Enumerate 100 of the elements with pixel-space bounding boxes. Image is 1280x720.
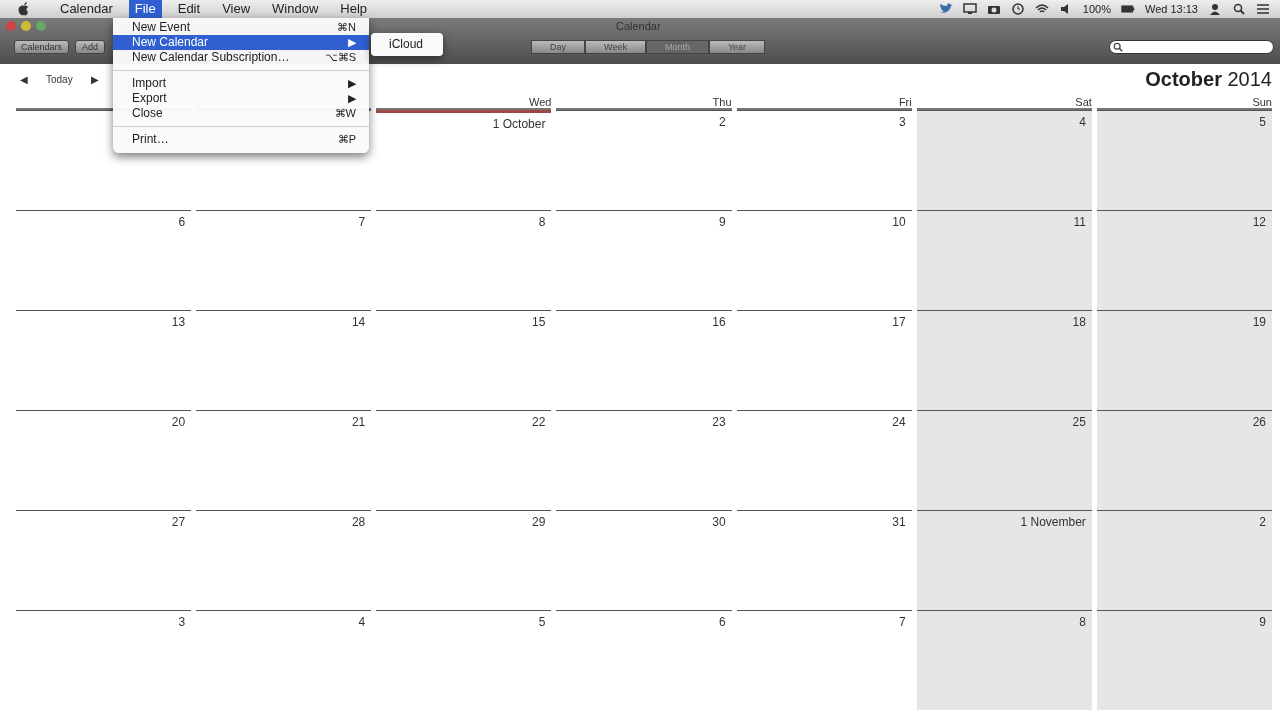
- apple-icon[interactable]: [18, 2, 30, 16]
- date-number: 22: [532, 415, 546, 429]
- day-cell[interactable]: 8: [376, 210, 552, 310]
- day-cell[interactable]: 10: [736, 210, 912, 310]
- minimize-icon[interactable]: [21, 21, 31, 31]
- day-cell[interactable]: 16: [556, 310, 732, 410]
- day-cell[interactable]: 7: [736, 610, 912, 710]
- menu-item[interactable]: iCloud: [371, 36, 443, 53]
- day-cell[interactable]: 27: [16, 510, 192, 610]
- clock-icon[interactable]: [1010, 3, 1025, 15]
- day-cell[interactable]: 11: [916, 210, 1092, 310]
- view-tab[interactable]: Year: [708, 40, 766, 54]
- date-number: 29: [532, 515, 546, 529]
- day-cell[interactable]: 24: [736, 410, 912, 510]
- user-icon[interactable]: [1208, 3, 1222, 15]
- menu-bar-item[interactable]: Help: [334, 0, 374, 18]
- date-number: 14: [351, 315, 366, 329]
- day-cell[interactable]: 6: [556, 610, 732, 710]
- menu-bar-item[interactable]: Edit: [171, 0, 207, 18]
- day-cell[interactable]: 4: [916, 110, 1092, 210]
- day-cell[interactable]: 3: [736, 110, 912, 210]
- toolbar-button[interactable]: Add: [75, 40, 106, 54]
- toolbar-button[interactable]: Calendars: [14, 40, 70, 54]
- window-title: Calendar: [616, 20, 661, 32]
- next-button[interactable]: ▶: [90, 73, 99, 85]
- date-number: 3: [178, 615, 186, 629]
- day-cell[interactable]: 15: [376, 310, 552, 410]
- camera-icon[interactable]: [986, 3, 1001, 15]
- date-number: 6: [718, 615, 726, 629]
- day-cell[interactable]: 2: [1096, 510, 1272, 610]
- day-cell[interactable]: 23: [556, 410, 732, 510]
- search-icon[interactable]: [1232, 3, 1246, 15]
- battery-icon[interactable]: [1121, 3, 1135, 15]
- day-cell[interactable]: 6: [16, 210, 192, 310]
- menu-item[interactable]: Close ⌘W: [113, 106, 369, 121]
- day-cell[interactable]: 9: [1096, 610, 1272, 710]
- view-tab[interactable]: Day: [531, 40, 586, 54]
- day-cell[interactable]: 1 October: [376, 110, 552, 210]
- bird-icon[interactable]: [938, 3, 953, 15]
- day-cell[interactable]: 21: [196, 410, 372, 510]
- day-cell[interactable]: 8: [916, 610, 1092, 710]
- today-button[interactable]: Today: [46, 73, 73, 85]
- weekday-label: Sat: [1075, 96, 1092, 108]
- menu-bar-item[interactable]: Window: [266, 0, 325, 18]
- menu-bar-item[interactable]: File: [128, 0, 162, 18]
- menu-item[interactable]: New Calendar Subscription… ⌥⌘S: [113, 50, 369, 65]
- menu-item[interactable]: Import ▶: [113, 76, 369, 91]
- menu-bar-item[interactable]: Calendar: [54, 0, 119, 18]
- date-number: 23: [712, 415, 726, 429]
- day-cell[interactable]: 3: [16, 610, 192, 710]
- day-cell[interactable]: 12: [1096, 210, 1272, 310]
- day-cell[interactable]: 5: [376, 610, 552, 710]
- menu-bar-item[interactable]: View: [216, 0, 257, 18]
- day-cell[interactable]: 1 November: [916, 510, 1092, 610]
- weekday-label: Sun: [1252, 96, 1272, 108]
- day-cell[interactable]: 25: [916, 410, 1092, 510]
- search-field[interactable]: [1109, 40, 1274, 54]
- date-number: 12: [1252, 215, 1266, 229]
- date-number: 26: [1252, 415, 1266, 429]
- date-number: 9: [1259, 615, 1266, 629]
- month-heading: October 2014: [1145, 67, 1272, 91]
- day-cell[interactable]: 26: [1096, 410, 1272, 510]
- menu-item[interactable]: New Calendar ▶: [113, 35, 369, 50]
- weekday-label: Fri: [898, 96, 912, 108]
- view-tab[interactable]: Week: [585, 40, 646, 54]
- previous-button[interactable]: ◀: [20, 73, 28, 85]
- day-cell[interactable]: 31: [736, 510, 912, 610]
- day-cell[interactable]: 13: [16, 310, 192, 410]
- date-number: 25: [1072, 415, 1086, 429]
- wifi-icon[interactable]: [1034, 3, 1049, 15]
- day-cell[interactable]: 19: [1096, 310, 1272, 410]
- date-number: 4: [1079, 115, 1086, 129]
- menu-item[interactable]: Print… ⌘P: [113, 132, 369, 147]
- date-number: 8: [538, 215, 546, 229]
- day-cell[interactable]: 17: [736, 310, 912, 410]
- menu-bar-clock[interactable]: Wed 13:13: [1145, 3, 1198, 15]
- monitor-icon[interactable]: [962, 3, 977, 15]
- day-cell[interactable]: 4: [196, 610, 372, 710]
- day-cell[interactable]: 29: [376, 510, 552, 610]
- date-number: 31: [892, 515, 906, 529]
- day-cell[interactable]: 20: [16, 410, 192, 510]
- battery-percentage[interactable]: 100%: [1082, 3, 1111, 15]
- date-number: 18: [1072, 315, 1086, 329]
- weekday-label: Thu: [712, 96, 732, 108]
- day-cell[interactable]: 5: [1096, 110, 1272, 210]
- day-cell[interactable]: 28: [196, 510, 372, 610]
- date-number: 19: [1252, 315, 1266, 329]
- menu-item[interactable]: New Event ⌘N: [113, 20, 369, 35]
- date-number: 4: [358, 615, 366, 629]
- day-cell[interactable]: 30: [556, 510, 732, 610]
- list-icon[interactable]: [1256, 3, 1270, 15]
- menu-item[interactable]: Export ▶: [113, 91, 369, 106]
- day-cell[interactable]: 2: [556, 110, 732, 210]
- day-cell[interactable]: 22: [376, 410, 552, 510]
- date-number: 6: [178, 215, 186, 229]
- day-cell[interactable]: 9: [556, 210, 732, 310]
- day-cell[interactable]: 14: [196, 310, 372, 410]
- date-number: 13: [171, 315, 186, 329]
- day-cell[interactable]: 18: [916, 310, 1092, 410]
- day-cell[interactable]: 7: [196, 210, 372, 310]
